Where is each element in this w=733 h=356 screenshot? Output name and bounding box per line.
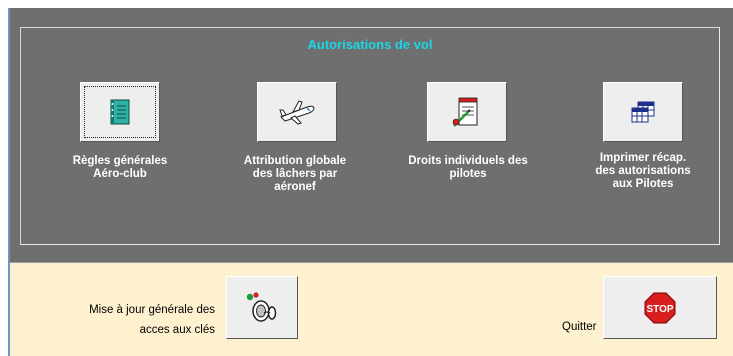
key-update-label: Mise à jour générale des acces aux clés	[89, 304, 215, 336]
individual-rights-button[interactable]	[427, 82, 507, 142]
window-left-border	[8, 8, 10, 356]
global-release-button[interactable]	[257, 82, 337, 142]
panel-separator	[10, 262, 733, 263]
document-pen-icon	[452, 97, 478, 127]
print-summary-button[interactable]	[603, 82, 683, 142]
table-grid-icon	[631, 101, 655, 123]
section-title: Autorisations de vol	[307, 37, 433, 52]
key-update-button[interactable]	[226, 276, 298, 339]
notebook-icon	[110, 99, 130, 125]
global-release-label: Attribution globale des lâchers par aéro…	[243, 155, 347, 193]
stop-sign-text: STOP	[646, 304, 673, 315]
rules-label: Règles générales Aéro-club	[72, 155, 168, 180]
quit-label: Quitter	[562, 321, 597, 333]
rules-button[interactable]	[80, 82, 160, 142]
individual-rights-label: Droits individuels des pilotes	[408, 155, 528, 180]
stop-sign-icon: STOP	[644, 292, 676, 323]
top-strip	[0, 0, 733, 8]
key-switch-icon	[246, 291, 277, 322]
airplane-icon	[279, 100, 315, 125]
quit-button[interactable]: STOP	[603, 276, 717, 339]
print-summary-label: Imprimer récap. des autorisations aux Pi…	[595, 152, 691, 190]
